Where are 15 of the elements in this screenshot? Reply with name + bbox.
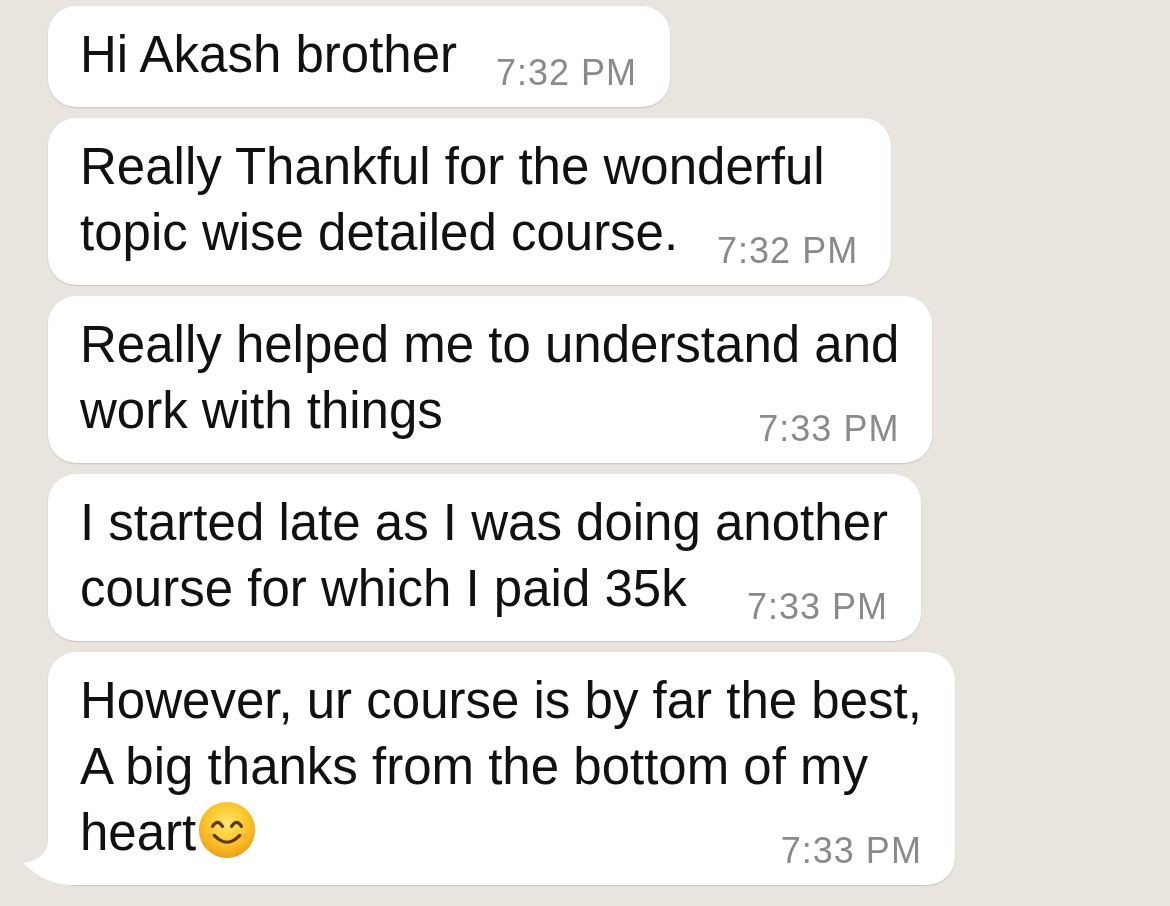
message-text: course for which I paid 35k — [80, 560, 687, 617]
message-text: topic wise detailed course. — [80, 204, 679, 261]
message-time: 7:33 PM — [758, 409, 900, 449]
message-time: 7:33 PM — [780, 831, 922, 871]
message-text: Really helped me to understand and — [80, 316, 900, 373]
message-text: heart — [80, 804, 197, 861]
message-text: However, ur course is by far the best, — [80, 672, 922, 729]
message-text: I started late as I was doing another — [80, 494, 888, 551]
message-text: A big thanks from the bottom of my — [80, 738, 869, 795]
message-text: Hi Akash brother — [80, 26, 458, 83]
message-time: 7:33 PM — [746, 587, 888, 627]
message-text: work with things — [80, 382, 443, 439]
message-time: 7:32 PM — [495, 53, 638, 93]
message-time: 7:32 PM — [717, 231, 859, 271]
message-text: Really Thankful for the wonderful — [80, 138, 825, 195]
